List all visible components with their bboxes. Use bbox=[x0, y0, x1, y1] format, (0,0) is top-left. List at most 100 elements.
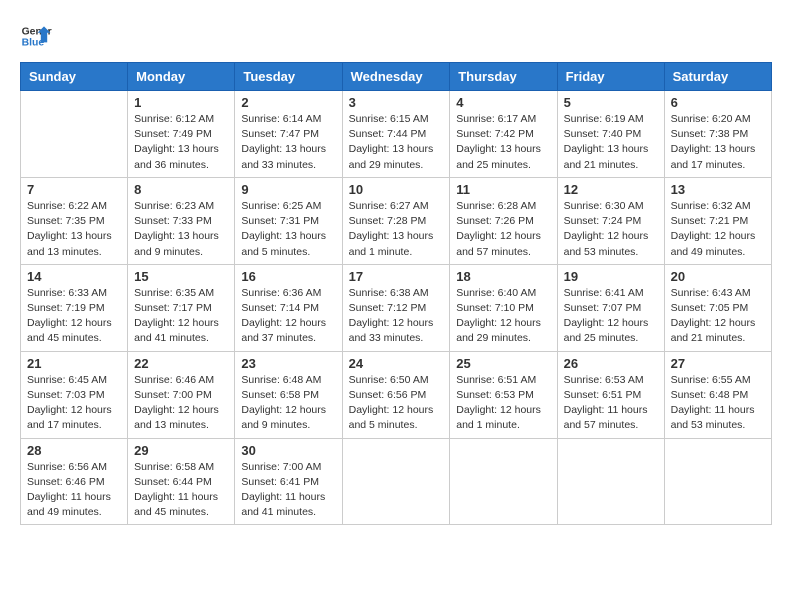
day-cell: 23 Sunrise: 6:48 AM Sunset: 6:58 PM Dayli… bbox=[235, 351, 342, 438]
day-cell: 24 Sunrise: 6:50 AM Sunset: 6:56 PM Dayli… bbox=[342, 351, 450, 438]
day-number: 17 bbox=[349, 269, 444, 284]
day-cell: 13 Sunrise: 6:32 AM Sunset: 7:21 PM Dayli… bbox=[664, 177, 771, 264]
day-cell: 6 Sunrise: 6:20 AM Sunset: 7:38 PM Daylig… bbox=[664, 91, 771, 178]
week-row-5: 28Sunrise: 6:56 AM Sunset: 6:46 PM Dayli… bbox=[21, 438, 772, 525]
day-info: Sunrise: 6:58 AM Sunset: 6:44 PM Dayligh… bbox=[134, 460, 228, 521]
day-info: Sunrise: 6:51 AM Sunset: 6:53 PM Dayligh… bbox=[456, 373, 550, 434]
day-number: 24 bbox=[349, 356, 444, 371]
day-number: 2 bbox=[241, 95, 335, 110]
day-info: Sunrise: 6:22 AM Sunset: 7:35 PM Dayligh… bbox=[27, 199, 121, 260]
day-cell bbox=[342, 438, 450, 525]
day-cell: 27 Sunrise: 6:55 AM Sunset: 6:48 PM Dayli… bbox=[664, 351, 771, 438]
day-info: Sunrise: 6:38 AM Sunset: 7:12 PM Dayligh… bbox=[349, 286, 444, 347]
logo: General Blue bbox=[20, 20, 52, 52]
day-cell: 8 Sunrise: 6:23 AM Sunset: 7:33 PM Daylig… bbox=[128, 177, 235, 264]
day-info: Sunrise: 7:00 AM Sunset: 6:41 PM Dayligh… bbox=[241, 460, 335, 521]
day-number: 13 bbox=[671, 182, 765, 197]
day-cell: 25 Sunrise: 6:51 AM Sunset: 6:53 PM Dayli… bbox=[450, 351, 557, 438]
week-row-4: 21 Sunrise: 6:45 AM Sunset: 7:03 PM Dayli… bbox=[21, 351, 772, 438]
week-row-2: 7Sunrise: 6:22 AM Sunset: 7:35 PM Daylig… bbox=[21, 177, 772, 264]
day-info: Sunrise: 6:33 AM Sunset: 7:19 PM Dayligh… bbox=[27, 286, 121, 347]
day-number: 29 bbox=[134, 443, 228, 458]
day-cell: 14 Sunrise: 6:33 AM Sunset: 7:19 PM Dayli… bbox=[21, 264, 128, 351]
day-info: Sunrise: 6:50 AM Sunset: 6:56 PM Dayligh… bbox=[349, 373, 444, 434]
day-info: Sunrise: 6:25 AM Sunset: 7:31 PM Dayligh… bbox=[241, 199, 335, 260]
day-number: 9 bbox=[241, 182, 335, 197]
day-cell bbox=[664, 438, 771, 525]
weekday-header-tuesday: Tuesday bbox=[235, 63, 342, 91]
day-number: 6 bbox=[671, 95, 765, 110]
day-cell: 11Sunrise: 6:28 AM Sunset: 7:26 PM Dayli… bbox=[450, 177, 557, 264]
day-cell bbox=[450, 438, 557, 525]
page-header: General Blue bbox=[20, 20, 772, 52]
day-cell: 16Sunrise: 6:36 AM Sunset: 7:14 PM Dayli… bbox=[235, 264, 342, 351]
day-info: Sunrise: 6:48 AM Sunset: 6:58 PM Dayligh… bbox=[241, 373, 335, 434]
day-number: 11 bbox=[456, 182, 550, 197]
day-cell: 7Sunrise: 6:22 AM Sunset: 7:35 PM Daylig… bbox=[21, 177, 128, 264]
day-info: Sunrise: 6:35 AM Sunset: 7:17 PM Dayligh… bbox=[134, 286, 228, 347]
day-number: 8 bbox=[134, 182, 228, 197]
day-number: 21 bbox=[27, 356, 121, 371]
day-info: Sunrise: 6:41 AM Sunset: 7:07 PM Dayligh… bbox=[564, 286, 658, 347]
day-number: 5 bbox=[564, 95, 658, 110]
calendar-table: SundayMondayTuesdayWednesdayThursdayFrid… bbox=[20, 62, 772, 525]
day-info: Sunrise: 6:30 AM Sunset: 7:24 PM Dayligh… bbox=[564, 199, 658, 260]
day-cell: 10 Sunrise: 6:27 AM Sunset: 7:28 PM Dayli… bbox=[342, 177, 450, 264]
day-info: Sunrise: 6:17 AM Sunset: 7:42 PM Dayligh… bbox=[456, 112, 550, 173]
day-number: 3 bbox=[349, 95, 444, 110]
day-cell: 2 Sunrise: 6:14 AM Sunset: 7:47 PM Daylig… bbox=[235, 91, 342, 178]
day-number: 27 bbox=[671, 356, 765, 371]
day-info: Sunrise: 6:23 AM Sunset: 7:33 PM Dayligh… bbox=[134, 199, 228, 260]
day-cell: 1Sunrise: 6:12 AM Sunset: 7:49 PM Daylig… bbox=[128, 91, 235, 178]
day-number: 19 bbox=[564, 269, 658, 284]
day-info: Sunrise: 6:19 AM Sunset: 7:40 PM Dayligh… bbox=[564, 112, 658, 173]
day-cell: 26 Sunrise: 6:53 AM Sunset: 6:51 PM Dayli… bbox=[557, 351, 664, 438]
day-number: 25 bbox=[456, 356, 550, 371]
day-info: Sunrise: 6:45 AM Sunset: 7:03 PM Dayligh… bbox=[27, 373, 121, 434]
day-cell bbox=[21, 91, 128, 178]
day-number: 4 bbox=[456, 95, 550, 110]
day-cell: 5 Sunrise: 6:19 AM Sunset: 7:40 PM Daylig… bbox=[557, 91, 664, 178]
logo-icon: General Blue bbox=[20, 20, 52, 52]
day-cell: 22Sunrise: 6:46 AM Sunset: 7:00 PM Dayli… bbox=[128, 351, 235, 438]
day-cell: 28Sunrise: 6:56 AM Sunset: 6:46 PM Dayli… bbox=[21, 438, 128, 525]
day-number: 20 bbox=[671, 269, 765, 284]
weekday-header-saturday: Saturday bbox=[664, 63, 771, 91]
day-info: Sunrise: 6:20 AM Sunset: 7:38 PM Dayligh… bbox=[671, 112, 765, 173]
day-number: 26 bbox=[564, 356, 658, 371]
day-number: 1 bbox=[134, 95, 228, 110]
day-cell: 17 Sunrise: 6:38 AM Sunset: 7:12 PM Dayli… bbox=[342, 264, 450, 351]
day-cell: 3Sunrise: 6:15 AM Sunset: 7:44 PM Daylig… bbox=[342, 91, 450, 178]
day-cell: 20Sunrise: 6:43 AM Sunset: 7:05 PM Dayli… bbox=[664, 264, 771, 351]
day-cell: 18Sunrise: 6:40 AM Sunset: 7:10 PM Dayli… bbox=[450, 264, 557, 351]
weekday-header-row: SundayMondayTuesdayWednesdayThursdayFrid… bbox=[21, 63, 772, 91]
weekday-header-sunday: Sunday bbox=[21, 63, 128, 91]
day-number: 23 bbox=[241, 356, 335, 371]
day-cell: 29 Sunrise: 6:58 AM Sunset: 6:44 PM Dayli… bbox=[128, 438, 235, 525]
day-number: 18 bbox=[456, 269, 550, 284]
week-row-3: 14 Sunrise: 6:33 AM Sunset: 7:19 PM Dayli… bbox=[21, 264, 772, 351]
weekday-header-friday: Friday bbox=[557, 63, 664, 91]
day-cell: 30 Sunrise: 7:00 AM Sunset: 6:41 PM Dayli… bbox=[235, 438, 342, 525]
day-info: Sunrise: 6:55 AM Sunset: 6:48 PM Dayligh… bbox=[671, 373, 765, 434]
day-cell: 21 Sunrise: 6:45 AM Sunset: 7:03 PM Dayli… bbox=[21, 351, 128, 438]
weekday-header-thursday: Thursday bbox=[450, 63, 557, 91]
day-cell: 19 Sunrise: 6:41 AM Sunset: 7:07 PM Dayli… bbox=[557, 264, 664, 351]
day-number: 28 bbox=[27, 443, 121, 458]
day-number: 22 bbox=[134, 356, 228, 371]
day-info: Sunrise: 6:32 AM Sunset: 7:21 PM Dayligh… bbox=[671, 199, 765, 260]
day-number: 16 bbox=[241, 269, 335, 284]
day-info: Sunrise: 6:14 AM Sunset: 7:47 PM Dayligh… bbox=[241, 112, 335, 173]
weekday-header-monday: Monday bbox=[128, 63, 235, 91]
day-number: 12 bbox=[564, 182, 658, 197]
day-number: 10 bbox=[349, 182, 444, 197]
day-number: 15 bbox=[134, 269, 228, 284]
day-cell: 9 Sunrise: 6:25 AM Sunset: 7:31 PM Daylig… bbox=[235, 177, 342, 264]
day-number: 14 bbox=[27, 269, 121, 284]
day-cell: 15 Sunrise: 6:35 AM Sunset: 7:17 PM Dayli… bbox=[128, 264, 235, 351]
day-cell: 12 Sunrise: 6:30 AM Sunset: 7:24 PM Dayli… bbox=[557, 177, 664, 264]
week-row-1: 1Sunrise: 6:12 AM Sunset: 7:49 PM Daylig… bbox=[21, 91, 772, 178]
day-info: Sunrise: 6:27 AM Sunset: 7:28 PM Dayligh… bbox=[349, 199, 444, 260]
day-info: Sunrise: 6:53 AM Sunset: 6:51 PM Dayligh… bbox=[564, 373, 658, 434]
day-number: 30 bbox=[241, 443, 335, 458]
